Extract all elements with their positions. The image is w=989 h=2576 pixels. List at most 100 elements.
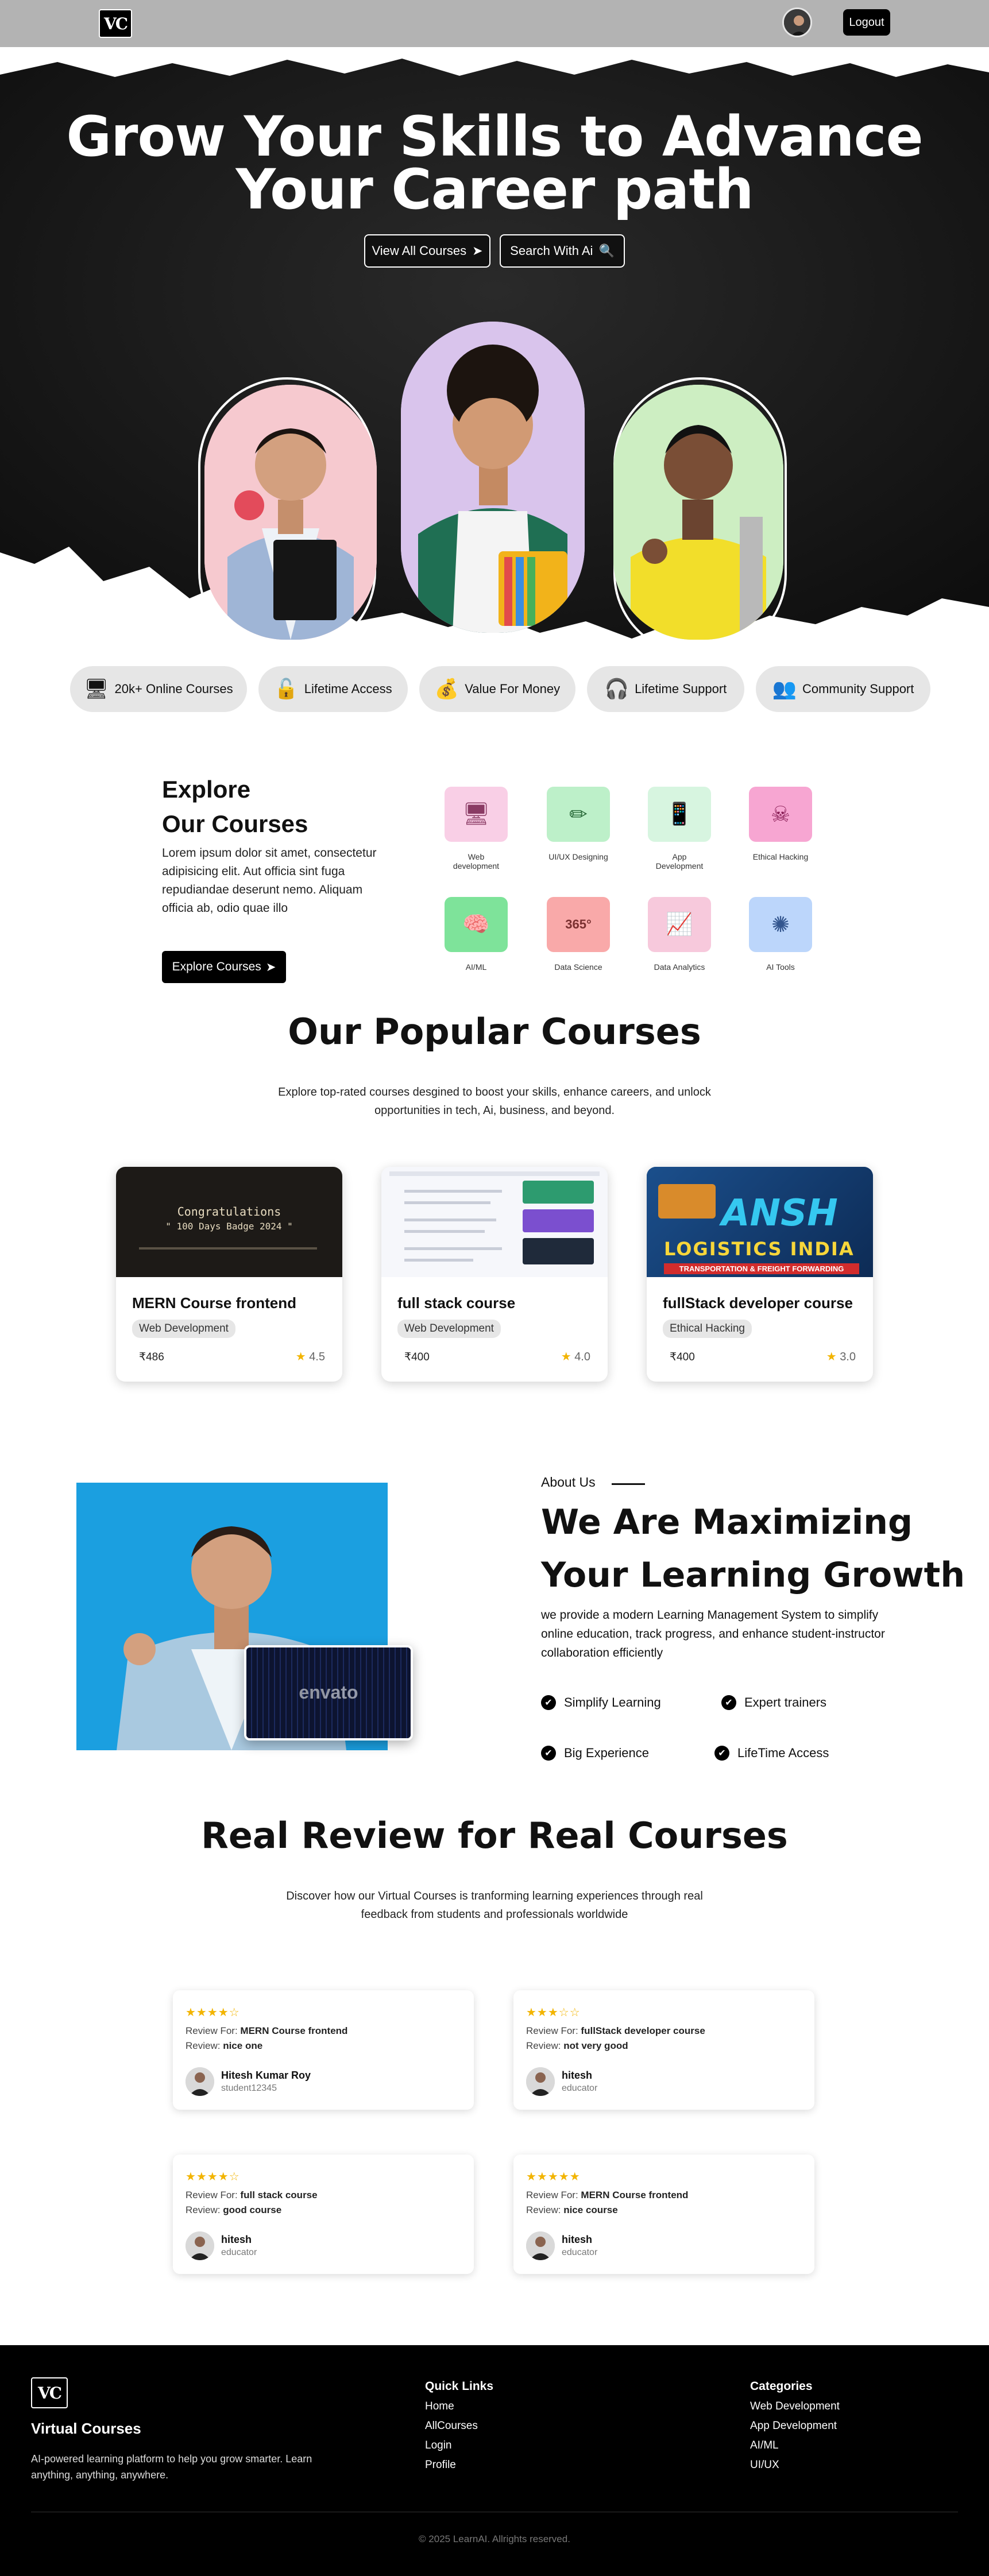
search-with-ai-label: Search With Ai bbox=[510, 243, 593, 258]
footer-link-profile[interactable]: Profile bbox=[425, 2459, 493, 2471]
review-text: nice course bbox=[563, 2204, 618, 2215]
user-avatar[interactable] bbox=[782, 7, 812, 37]
footer-quick-links: Quick Links Home AllCourses Login Profil… bbox=[425, 2380, 493, 2471]
category-label: Ethical Hacking bbox=[752, 852, 809, 861]
review-card: ★★★★☆ Review For: MERN Course frontend R… bbox=[173, 1990, 474, 2110]
student-photo-right bbox=[613, 385, 783, 640]
explore-title-line2: Our Courses bbox=[162, 810, 308, 837]
category-data-science[interactable]: 365° Data Science bbox=[547, 897, 610, 972]
review-for-label: Review For: bbox=[186, 2190, 238, 2200]
about-description: we provide a modern Learning Management … bbox=[541, 1608, 885, 1660]
site-logo[interactable]: VC bbox=[99, 9, 132, 38]
course-rating: ★ 4.5 bbox=[296, 1349, 325, 1364]
feature-label: Lifetime Access bbox=[304, 682, 392, 696]
review-card: ★★★★★ Review For: MERN Course frontend R… bbox=[513, 2155, 814, 2274]
review-card: ★★★☆☆ Review For: fullStack developer co… bbox=[513, 1990, 814, 2110]
footer-category-app[interactable]: App Development bbox=[750, 2420, 840, 2432]
avatar bbox=[186, 2067, 214, 2096]
skull-icon: ☠ bbox=[749, 787, 812, 842]
reviews-title: Real Review for Real Courses bbox=[201, 1815, 788, 1856]
category-label: AI Tools bbox=[766, 962, 795, 972]
mobile-app-icon: 📱 bbox=[648, 787, 711, 842]
review-label: Review: bbox=[526, 2204, 561, 2215]
category-label: UI/UX Designing bbox=[548, 852, 608, 861]
courses-icon: 🖥 bbox=[84, 678, 109, 700]
thumbnail-text: LOGISTICS INDIA bbox=[664, 1238, 855, 1260]
view-all-courses-button[interactable]: View All Courses ➤ bbox=[364, 234, 490, 268]
course-card[interactable]: ANSH LOGISTICS INDIA TRANSPORTATION & FR… bbox=[647, 1167, 873, 1382]
category-uiux[interactable]: ✏ UI/UX Designing bbox=[547, 787, 610, 861]
rating-value: 4.5 bbox=[309, 1351, 325, 1363]
view-all-courses-label: View All Courses bbox=[372, 243, 467, 258]
review-course: MERN Course frontend bbox=[581, 2190, 689, 2200]
about-point-label: LifeTime Access bbox=[737, 1746, 829, 1760]
review-label: Review: bbox=[186, 2040, 221, 2051]
category-label: Data Science bbox=[554, 962, 602, 972]
explore-courses-button[interactable]: Explore Courses ➤ bbox=[162, 951, 286, 983]
review-text: not very good bbox=[563, 2040, 628, 2051]
category-label: App Development bbox=[655, 852, 704, 871]
check-icon: ✔ bbox=[541, 1746, 556, 1761]
footer-category-uiux[interactable]: UI/UX bbox=[750, 2459, 840, 2471]
reviewer-role: student12345 bbox=[221, 2083, 277, 2093]
check-icon: ✔ bbox=[541, 1695, 556, 1710]
reviewer-role: educator bbox=[562, 2248, 598, 2257]
avatar bbox=[526, 2231, 555, 2260]
footer-link-allcourses[interactable]: AllCourses bbox=[425, 2420, 493, 2432]
review-text: nice one bbox=[223, 2040, 263, 2051]
course-rating: ★ 4.0 bbox=[561, 1349, 590, 1364]
rating-value: 4.0 bbox=[574, 1351, 590, 1363]
course-category-badge: Web Development bbox=[397, 1320, 501, 1338]
category-data-analytics[interactable]: 📈 Data Analytics bbox=[648, 897, 711, 972]
headset-icon: 🎧 bbox=[604, 678, 629, 700]
course-card[interactable]: Congratulations " 100 Days Badge 2024 " … bbox=[116, 1167, 342, 1382]
feature-label: 20k+ Online Courses bbox=[114, 682, 233, 696]
reviewer-role: educator bbox=[221, 2248, 257, 2257]
footer-link-home[interactable]: Home bbox=[425, 2400, 493, 2413]
overlay-watermark: envato bbox=[299, 1682, 358, 1703]
category-ethical-hacking[interactable]: ☠ Ethical Hacking bbox=[749, 787, 812, 861]
hero-title-line1: Grow Your Skills to Advance bbox=[66, 105, 923, 169]
review-card: ★★★★☆ Review For: full stack course Revi… bbox=[173, 2155, 474, 2274]
footer-logo[interactable]: VC bbox=[31, 2377, 68, 2408]
reviewer-name: Hitesh Kumar Roy bbox=[221, 2070, 311, 2081]
category-label: Web development bbox=[453, 852, 500, 871]
student-photo-left bbox=[204, 385, 377, 640]
thumbnail-text: " 100 Days Badge 2024 " bbox=[165, 1221, 293, 1232]
category-ai-ml[interactable]: 🧠 AI/ML bbox=[445, 897, 508, 972]
course-price: ₹400 bbox=[670, 1351, 695, 1363]
search-with-ai-button[interactable]: Search With Ai 🔍 bbox=[500, 234, 625, 268]
feature-label: Value For Money bbox=[465, 682, 561, 696]
about-title-line1: We Are Maximizing bbox=[541, 1502, 913, 1542]
review-label: Review: bbox=[526, 2040, 561, 2051]
star-rating: ★★★★☆ bbox=[186, 2006, 240, 2019]
course-card[interactable]: full stack course Web Development ₹400 ★… bbox=[381, 1167, 608, 1382]
review-for-label: Review For: bbox=[526, 2190, 578, 2200]
quick-links-title: Quick Links bbox=[425, 2380, 494, 2393]
feature-online-courses: 🖥 20k+ Online Courses bbox=[70, 666, 247, 712]
footer-category-aiml[interactable]: AI/ML bbox=[750, 2439, 840, 2452]
review-course: fullStack developer course bbox=[581, 2025, 705, 2036]
arrow-icon: ➤ bbox=[472, 243, 483, 258]
reviewer-name: hitesh bbox=[562, 2070, 593, 2081]
hero-title: Grow Your Skills to Advance Your Career … bbox=[0, 105, 989, 217]
category-ai-tools[interactable]: ✺ AI Tools bbox=[749, 897, 812, 972]
reviewer-name: hitesh bbox=[221, 2234, 252, 2245]
avatar bbox=[186, 2231, 214, 2260]
about-point-label: Simplify Learning bbox=[564, 1695, 661, 1709]
about-divider bbox=[612, 1483, 645, 1485]
feature-lifetime-access: 🔓 Lifetime Access bbox=[258, 666, 408, 712]
logout-button[interactable]: Logout bbox=[843, 9, 890, 36]
footer-category-web[interactable]: Web Development bbox=[750, 2400, 840, 2413]
about-point-label: Expert trainers bbox=[744, 1695, 827, 1709]
footer-link-login[interactable]: Login bbox=[425, 2439, 493, 2452]
check-icon: ✔ bbox=[714, 1746, 729, 1761]
category-web-development[interactable]: 🖥 Web development bbox=[445, 787, 508, 871]
course-title: fullStack developer course bbox=[663, 1294, 853, 1312]
category-label: AI/ML bbox=[465, 962, 487, 972]
about-point: ✔ Big Experience bbox=[541, 1746, 649, 1761]
category-app-development[interactable]: 📱 App Development bbox=[648, 787, 711, 871]
thumbnail-brand: ANSH bbox=[721, 1192, 838, 1235]
course-title: MERN Course frontend bbox=[132, 1294, 296, 1312]
review-course: MERN Course frontend bbox=[240, 2025, 348, 2036]
